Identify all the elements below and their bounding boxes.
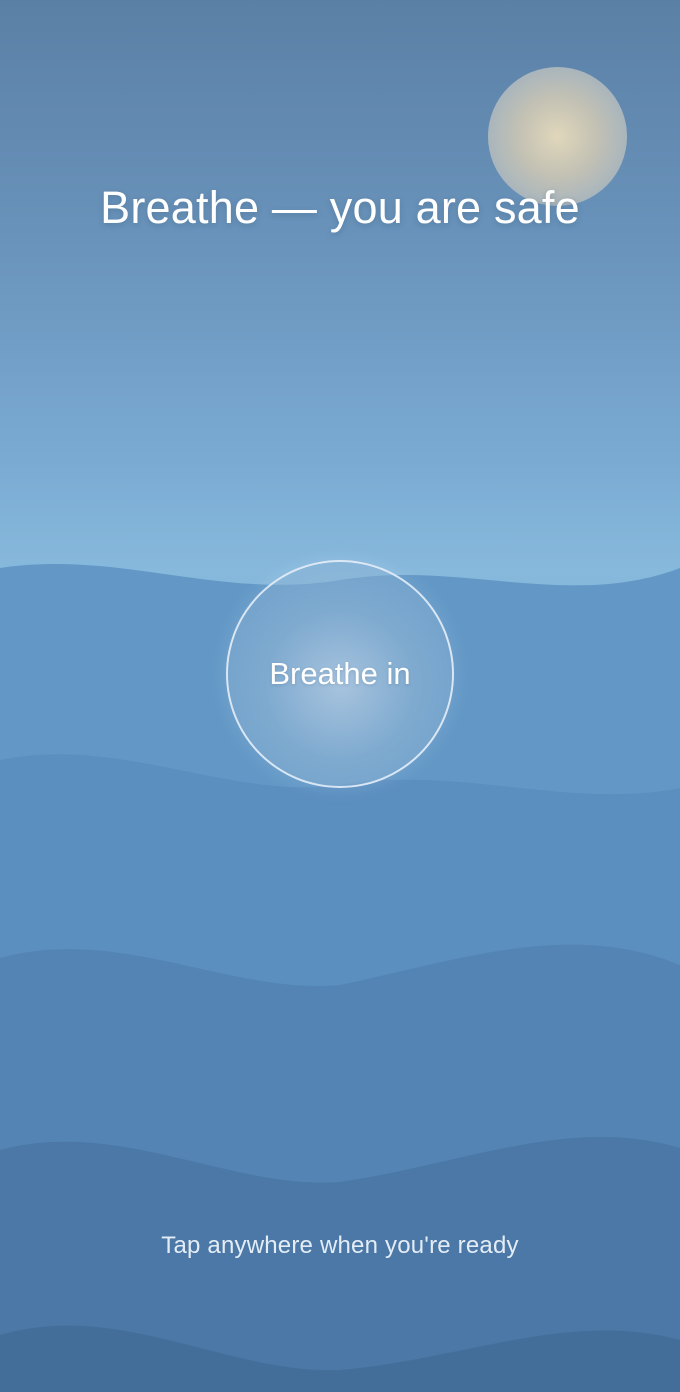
breathing-screen[interactable]: Breathe — you are safe Breathe in Tap an… bbox=[0, 0, 680, 1392]
page-title: Breathe — you are safe bbox=[100, 182, 580, 233]
tap-hint-text: Tap anywhere when you're ready bbox=[161, 1232, 519, 1259]
breath-prompt-label: Breathe in bbox=[269, 656, 411, 691]
breathing-circle[interactable]: Breathe in bbox=[226, 560, 454, 788]
